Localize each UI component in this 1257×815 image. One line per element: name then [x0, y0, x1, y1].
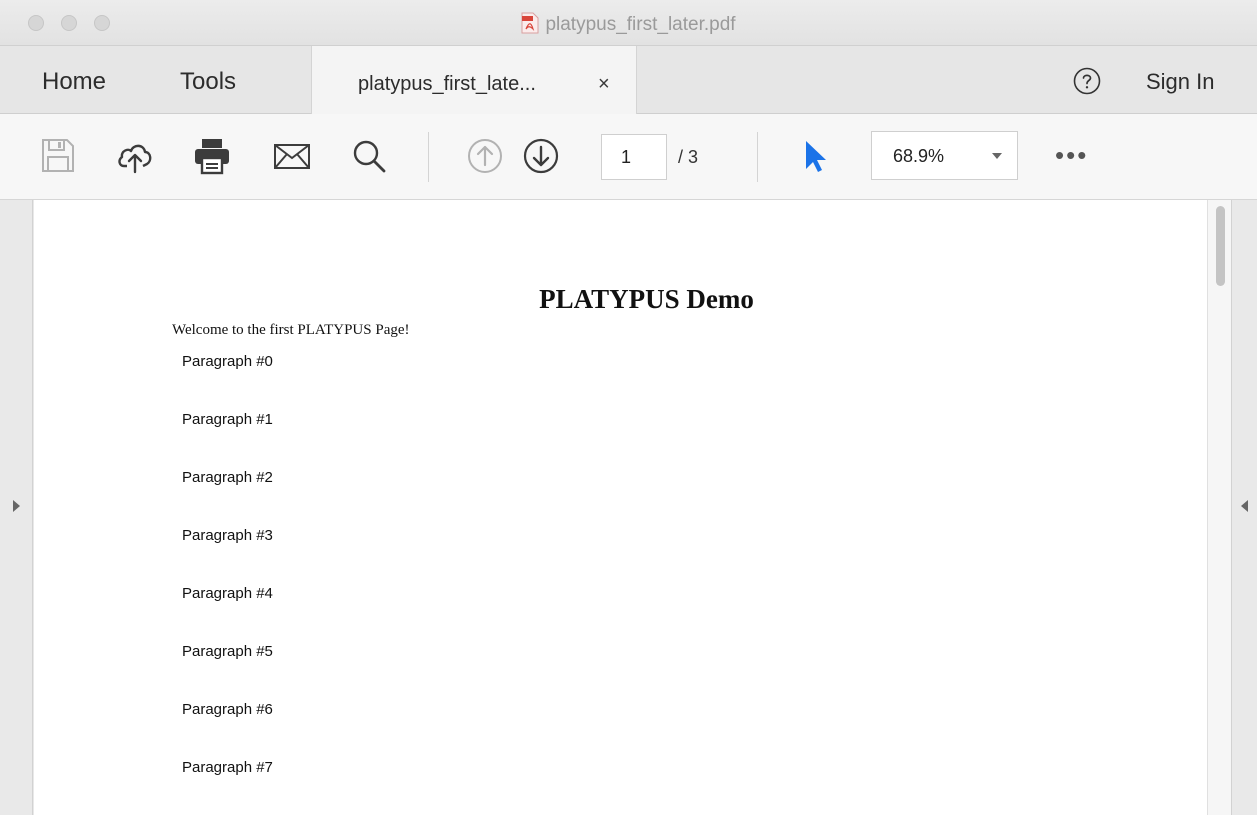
email-icon[interactable]	[272, 136, 312, 176]
paragraph: Paragraph #0	[182, 353, 273, 370]
expand-right-icon	[13, 500, 20, 512]
toolbar-divider	[757, 132, 758, 182]
save-icon[interactable]	[38, 136, 78, 176]
help-circle-icon[interactable]	[1073, 67, 1101, 95]
window-title-bar: platypus_first_later.pdf	[0, 0, 1257, 46]
chevron-down-icon	[992, 153, 1002, 159]
zoom-select[interactable]: 68.9%	[871, 131, 1018, 180]
paragraph: Paragraph #1	[182, 411, 273, 428]
paragraph: Paragraph #6	[182, 701, 273, 718]
toolbar: 1 / 3 68.9% •••	[0, 114, 1257, 200]
page-number-input[interactable]: 1	[601, 134, 667, 180]
scrollbar-thumb[interactable]	[1216, 206, 1225, 286]
tab-document-label: platypus_first_late...	[358, 73, 536, 95]
paragraph: Paragraph #5	[182, 643, 273, 660]
sign-in-link[interactable]: Sign In	[1146, 69, 1215, 95]
paragraph: Paragraph #3	[182, 527, 273, 544]
page-total: / 3	[678, 147, 699, 167]
window-title: platypus_first_later.pdf	[0, 12, 1257, 36]
previous-page-icon[interactable]	[465, 136, 505, 176]
document-viewer: PLATYPUS Demo Welcome to the first PLATY…	[0, 200, 1257, 815]
paragraph: Paragraph #7	[182, 759, 273, 776]
paragraph: Paragraph #2	[182, 469, 273, 486]
left-panel-toggle[interactable]	[0, 200, 33, 815]
tab-bar: Home Tools platypus_first_late... × Sign…	[0, 46, 1257, 114]
upload-cloud-icon[interactable]	[115, 136, 155, 176]
page-title: PLATYPUS Demo	[539, 284, 754, 314]
welcome-text: Welcome to the first PLATYPUS Page!	[172, 322, 410, 338]
tab-home[interactable]: Home	[42, 68, 106, 96]
select-pointer-icon[interactable]	[794, 136, 834, 176]
next-page-icon[interactable]	[521, 136, 561, 176]
pdf-file-icon	[521, 12, 539, 34]
close-icon[interactable]: ×	[598, 73, 610, 96]
more-options-icon[interactable]: •••	[1055, 140, 1088, 171]
paragraph: Paragraph #4	[182, 585, 273, 602]
zoom-value: 68.9%	[893, 146, 945, 166]
right-panel-toggle[interactable]	[1231, 200, 1257, 815]
search-icon[interactable]	[349, 136, 389, 176]
expand-left-icon	[1241, 500, 1248, 512]
window-title-text: platypus_first_later.pdf	[545, 14, 736, 35]
vertical-scrollbar[interactable]	[1207, 200, 1231, 815]
pdf-page: PLATYPUS Demo Welcome to the first PLATY…	[34, 200, 1207, 815]
toolbar-divider	[428, 132, 429, 182]
tab-tools[interactable]: Tools	[180, 68, 236, 96]
print-icon[interactable]	[192, 136, 232, 176]
tab-document[interactable]: platypus_first_late... ×	[311, 46, 637, 114]
